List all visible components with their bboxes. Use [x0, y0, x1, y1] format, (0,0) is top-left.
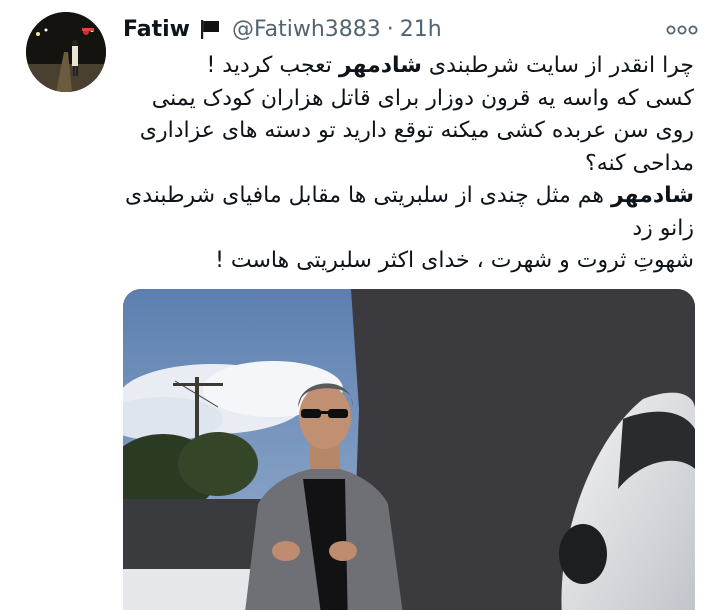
bold-name: شادمهر — [610, 183, 694, 208]
tweet-paragraph: چرا انقدر از سایت شرطبندی شادمهر تعجب کر… — [206, 53, 694, 78]
tweet-media-video[interactable] — [123, 289, 695, 610]
tweet-text: چرا انقدر از سایت شرطبندی شادمهر تعجب کر… — [120, 50, 694, 278]
tweet-paragraph: کسی که واسه یه قرون دوزار برای قاتل هزار… — [139, 85, 694, 176]
display-name[interactable]: Fatiw — [123, 17, 190, 42]
user-handle[interactable]: @Fatiwh3883 — [232, 17, 381, 42]
more-options-icon[interactable] — [664, 22, 700, 38]
tweet-card[interactable]: Fatiw @Fatiwh3883 · 21h چرا انقدر از سای… — [0, 0, 720, 610]
tweet-paragraph: شهوتِ ثروت و شهرت ، خدای اکثر سلبریتی ها… — [215, 248, 694, 273]
avatar[interactable] — [26, 12, 106, 92]
timestamp[interactable]: 21h — [400, 17, 442, 42]
separator-dot: · — [386, 16, 394, 42]
tweet-header: Fatiw @Fatiwh3883 · 21h — [123, 13, 442, 45]
tweet-paragraph: شادمهر هم مثل چندی از سلبریتی ها مقابل م… — [124, 183, 694, 241]
black-flag-icon — [198, 18, 222, 40]
bold-name: شادمهر — [338, 53, 422, 78]
